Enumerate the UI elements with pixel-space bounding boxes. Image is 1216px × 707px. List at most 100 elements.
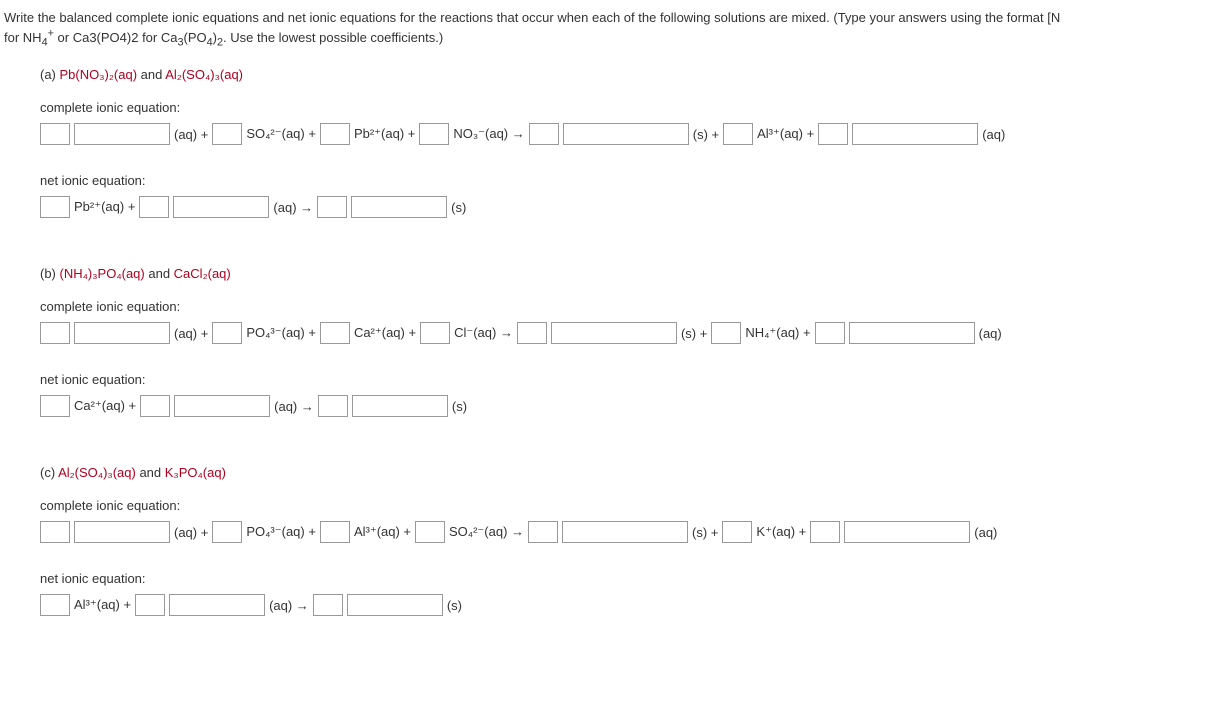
po4-token: PO₄³⁻(aq) + (246, 524, 316, 540)
species-input[interactable] (844, 521, 970, 543)
coef-input[interactable] (815, 322, 845, 344)
part-a-label: (a) Pb(NO₃)₂(aq) and Al₂(SO₄)₃(aq) (40, 67, 1216, 82)
part-a: (a) Pb(NO₃)₂(aq) and Al₂(SO₄)₃(aq) compl… (40, 67, 1216, 218)
worksheet: Write the balanced complete ionic equati… (0, 0, 1216, 664)
al3-token: Al³⁺(aq) + (757, 126, 814, 142)
coef-input[interactable] (40, 594, 70, 616)
s-token: (s) (452, 399, 467, 414)
ca2-net-token: Ca²⁺(aq) + (74, 398, 136, 414)
species-input[interactable] (347, 594, 443, 616)
instructions-line2: for NH4+ or Ca3(PO4)2 for Ca3(PO4)2. Use… (4, 30, 443, 45)
nie-row-c: Al³⁺(aq) + (aq) → (s) (40, 594, 1216, 616)
pb2-token: Pb²⁺(aq) + (354, 126, 415, 142)
s-token: (s) (447, 598, 462, 613)
coef-input[interactable] (320, 123, 350, 145)
species-input[interactable] (849, 322, 975, 344)
reactant-b1: (NH₄)₃PO₄(aq) (60, 266, 145, 281)
coef-input[interactable] (528, 521, 558, 543)
aq-end-token: (aq) (979, 326, 1002, 341)
coef-input[interactable] (40, 123, 70, 145)
cie-row-a: (aq) + SO₄²⁻(aq) + Pb²⁺(aq) + NO₃⁻(aq) →… (40, 123, 1216, 145)
species-input[interactable] (169, 594, 265, 616)
coef-input[interactable] (40, 521, 70, 543)
reactant-a2: Al₂(SO₄)₃(aq) (165, 67, 243, 82)
part-c: (c) Al₂(SO₄)₃(aq) and K₃PO₄(aq) complete… (40, 465, 1216, 616)
instructions: Write the balanced complete ionic equati… (4, 8, 1216, 47)
coef-input[interactable] (139, 196, 169, 218)
coef-input[interactable] (40, 395, 70, 417)
cie-label-b: complete ionic equation: (40, 299, 1216, 314)
species-input[interactable] (74, 322, 170, 344)
aq-arrow-token: (aq) → (273, 200, 313, 215)
k-token: K⁺(aq) + (756, 524, 806, 540)
species-input[interactable] (352, 395, 448, 417)
coef-input[interactable] (415, 521, 445, 543)
coef-input[interactable] (320, 322, 350, 344)
nie-row-a: Pb²⁺(aq) + (aq) → (s) (40, 196, 1216, 218)
coef-input[interactable] (318, 395, 348, 417)
coef-input[interactable] (529, 123, 559, 145)
po4-token: PO₄³⁻(aq) + (246, 325, 316, 341)
coef-input[interactable] (40, 196, 70, 218)
nh4-token: NH₄⁺(aq) + (745, 325, 810, 341)
aq-end-token: (aq) (982, 127, 1005, 142)
species-input[interactable] (174, 395, 270, 417)
nie-row-b: Ca²⁺(aq) + (aq) → (s) (40, 395, 1216, 417)
coef-input[interactable] (135, 594, 165, 616)
coef-input[interactable] (723, 123, 753, 145)
reactant-c1: Al₂(SO₄)₃(aq) (58, 465, 136, 480)
coef-input[interactable] (212, 322, 242, 344)
species-input[interactable] (74, 123, 170, 145)
coef-input[interactable] (722, 521, 752, 543)
coef-input[interactable] (419, 123, 449, 145)
coef-input[interactable] (140, 395, 170, 417)
part-b-label: (b) (NH₄)₃PO₄(aq) and CaCl₂(aq) (40, 266, 1216, 281)
cl-token: Cl⁻(aq) → (454, 325, 513, 341)
nie-label-b: net ionic equation: (40, 372, 1216, 387)
species-input[interactable] (351, 196, 447, 218)
reactant-b2: CaCl₂(aq) (174, 266, 231, 281)
no3-token: NO₃⁻(aq) → (453, 126, 524, 142)
coef-input[interactable] (711, 322, 741, 344)
aq-arrow-token: (aq) → (274, 399, 314, 414)
coef-input[interactable] (212, 521, 242, 543)
part-c-label: (c) Al₂(SO₄)₃(aq) and K₃PO₄(aq) (40, 465, 1216, 480)
s-plus-token: (s) + (692, 525, 718, 540)
al3-net-token: Al³⁺(aq) + (74, 597, 131, 613)
coef-input[interactable] (810, 521, 840, 543)
coef-input[interactable] (317, 196, 347, 218)
coef-input[interactable] (212, 123, 242, 145)
aq-plus-token: (aq) + (174, 326, 208, 341)
coef-input[interactable] (517, 322, 547, 344)
cie-row-b: (aq) + PO₄³⁻(aq) + Ca²⁺(aq) + Cl⁻(aq) → … (40, 322, 1216, 344)
coef-input[interactable] (420, 322, 450, 344)
species-input[interactable] (852, 123, 978, 145)
species-input[interactable] (562, 521, 688, 543)
aq-plus-token: (aq) + (174, 127, 208, 142)
coef-input[interactable] (818, 123, 848, 145)
part-b: (b) (NH₄)₃PO₄(aq) and CaCl₂(aq) complete… (40, 266, 1216, 417)
ca2-token: Ca²⁺(aq) + (354, 325, 416, 341)
aq-end-token: (aq) (974, 525, 997, 540)
coef-input[interactable] (313, 594, 343, 616)
species-input[interactable] (173, 196, 269, 218)
nie-label-c: net ionic equation: (40, 571, 1216, 586)
s-token: (s) (451, 200, 466, 215)
s-plus-token: (s) + (693, 127, 719, 142)
coef-input[interactable] (40, 322, 70, 344)
aq-arrow-token: (aq) → (269, 598, 309, 613)
so4-token: SO₄²⁻(aq) → (449, 524, 524, 540)
coef-input[interactable] (320, 521, 350, 543)
species-input[interactable] (563, 123, 689, 145)
species-input[interactable] (551, 322, 677, 344)
al3-token: Al³⁺(aq) + (354, 524, 411, 540)
species-input[interactable] (74, 521, 170, 543)
cie-row-c: (aq) + PO₄³⁻(aq) + Al³⁺(aq) + SO₄²⁻(aq) … (40, 521, 1216, 543)
reactant-c2: K₃PO₄(aq) (165, 465, 226, 480)
s-plus-token: (s) + (681, 326, 707, 341)
cie-label-c: complete ionic equation: (40, 498, 1216, 513)
pb2-net-token: Pb²⁺(aq) + (74, 199, 135, 215)
cie-label-a: complete ionic equation: (40, 100, 1216, 115)
instructions-line1: Write the balanced complete ionic equati… (4, 10, 1060, 25)
so4-token: SO₄²⁻(aq) + (246, 126, 316, 142)
